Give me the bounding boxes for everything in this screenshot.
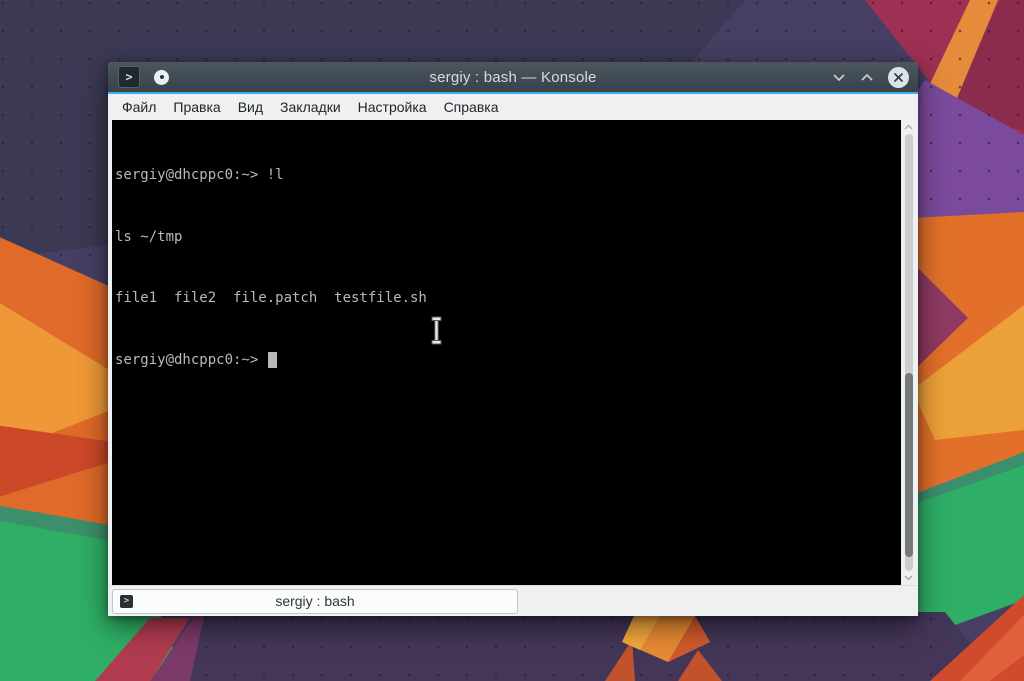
chevron-down-icon <box>904 575 913 581</box>
menu-help[interactable]: Справка <box>444 99 499 115</box>
tab-label: sergiy : bash <box>275 593 355 609</box>
menu-file[interactable]: Файл <box>122 99 156 115</box>
menu-bookmarks[interactable]: Закладки <box>280 99 341 115</box>
scrollbar-thumb[interactable] <box>904 373 913 558</box>
terminal-prompt-line: sergiy@dhcppc0:~> <box>115 350 901 371</box>
close-icon <box>894 72 903 82</box>
close-button[interactable] <box>888 66 909 88</box>
terminal-scrollbar[interactable] <box>902 120 915 585</box>
menu-edit[interactable]: Правка <box>173 99 220 115</box>
terminal-screen[interactable]: sergiy@dhcppc0:~> !l ls ~/tmp file1 file… <box>112 120 901 585</box>
konsole-window: > sergiy : bash — Konsole Файл Правка Ви… <box>108 62 918 616</box>
titlebar[interactable]: > sergiy : bash — Konsole <box>108 62 918 92</box>
menu-view[interactable]: Вид <box>238 99 263 115</box>
chevron-up-icon <box>904 124 913 130</box>
ibeam-mouse-cursor <box>431 316 442 345</box>
scrollbar-down-button[interactable] <box>903 573 914 583</box>
terminal-area: sergiy@dhcppc0:~> !l ls ~/tmp file1 file… <box>108 120 918 585</box>
maximize-button[interactable] <box>860 73 874 82</box>
menu-settings[interactable]: Настройка <box>358 99 427 115</box>
scrollbar-up-button[interactable] <box>903 122 914 132</box>
terminal-cursor <box>267 351 277 368</box>
terminal-prompt: sergiy@dhcppc0:~> <box>115 351 267 368</box>
chevron-down-icon <box>833 73 845 81</box>
tab-bar: > sergiy : bash <box>108 585 918 616</box>
window-controls <box>832 66 918 88</box>
terminal-line: file1 file2 file.patch testfile.sh <box>115 290 427 306</box>
chevron-up-icon <box>861 73 873 81</box>
konsole-app-icon: > <box>118 66 140 88</box>
tab-sergiy-bash[interactable]: > sergiy : bash <box>112 588 518 614</box>
terminal-line: ls ~/tmp <box>115 228 183 245</box>
minimize-button[interactable] <box>832 73 846 82</box>
terminal-line: sergiy@dhcppc0:~> !l <box>115 167 284 183</box>
pin-dot <box>159 75 164 79</box>
menu-bar: Файл Правка Вид Закладки Настройка Справ… <box>108 94 918 120</box>
titlebar-pin-icon[interactable] <box>154 69 169 85</box>
window-title: sergiy : bash — Konsole <box>429 68 597 86</box>
terminal-tab-icon: > <box>120 594 133 608</box>
